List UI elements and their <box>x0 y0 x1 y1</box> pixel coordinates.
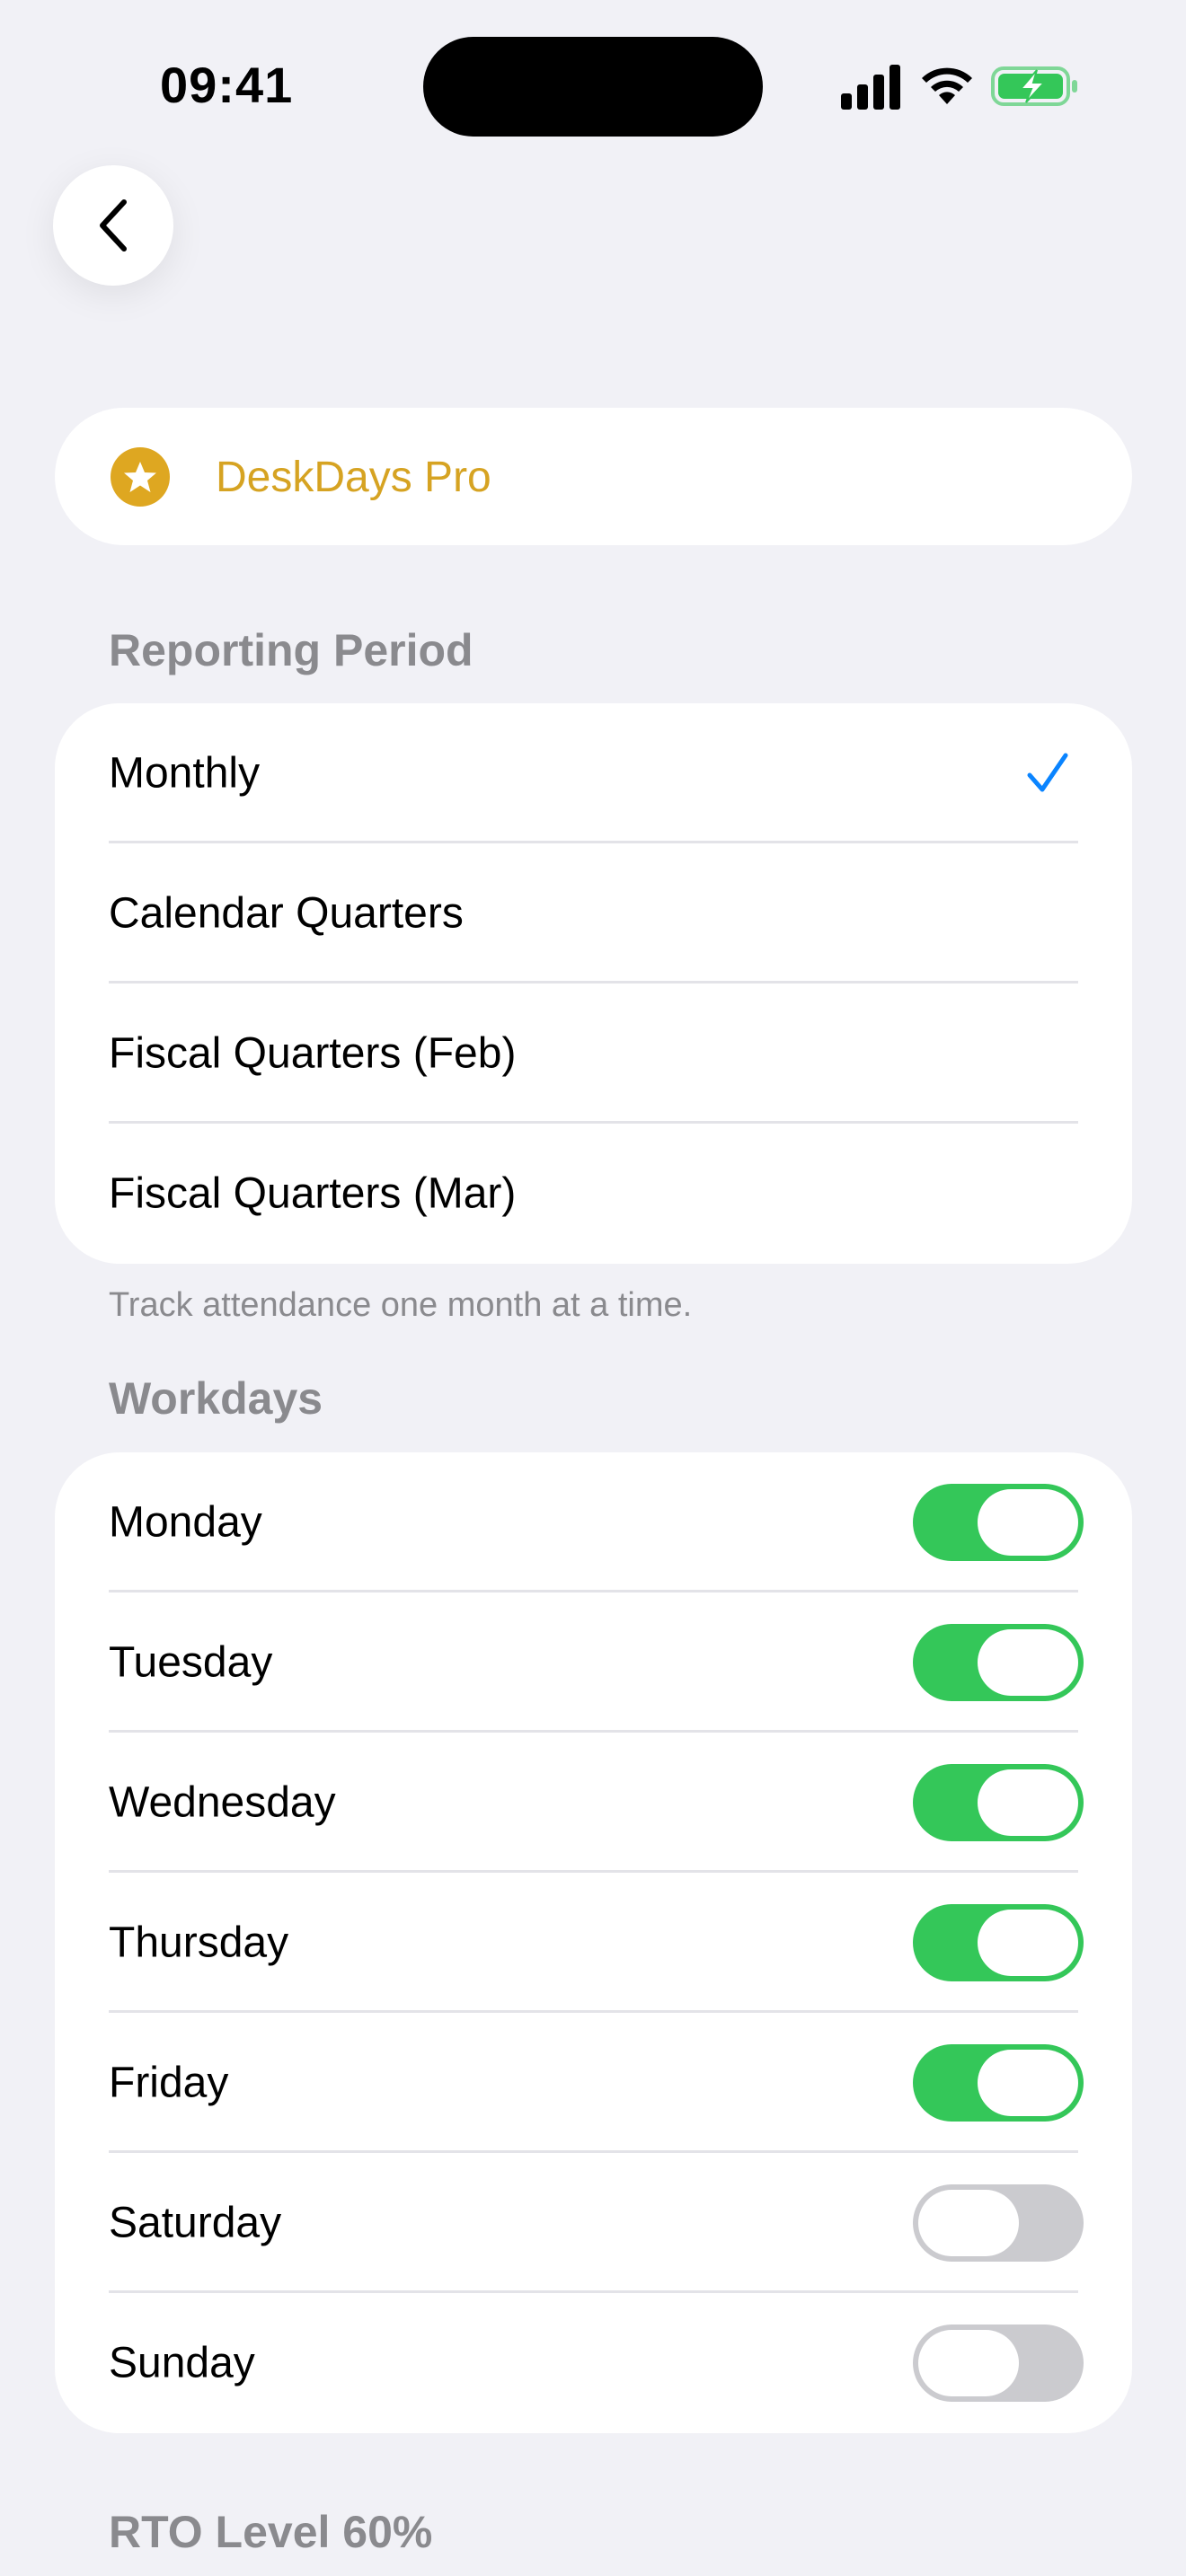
star-icon <box>111 447 170 507</box>
sunday-toggle[interactable] <box>913 2325 1084 2402</box>
period-option-monthly[interactable]: Monthly <box>55 703 1132 843</box>
checkmark-icon <box>1027 753 1068 792</box>
period-option-fiscal-mar[interactable]: Fiscal Quarters (Mar) <box>55 1124 1132 1264</box>
workdays-list: Monday Tuesday Wednesday Thursday Friday… <box>55 1452 1132 2433</box>
status-bar: 09:41 <box>0 0 1186 171</box>
tuesday-toggle[interactable] <box>913 1624 1084 1701</box>
workday-row-tuesday: Tuesday <box>55 1592 1132 1733</box>
chevron-left-icon <box>100 199 127 251</box>
reporting-period-footnote: Track attendance one month at a time. <box>109 1286 693 1324</box>
workday-label: Wednesday <box>109 1778 336 1827</box>
rto-level-header: RTO Level 60% <box>109 2507 433 2557</box>
friday-toggle[interactable] <box>913 2044 1084 2122</box>
pro-upgrade-row[interactable]: DeskDays Pro <box>55 408 1132 545</box>
signal-icon <box>841 65 900 110</box>
wifi-icon <box>922 67 972 104</box>
period-option-label: Monthly <box>109 749 261 798</box>
workday-row-monday: Monday <box>55 1452 1132 1592</box>
period-option-fiscal-feb[interactable]: Fiscal Quarters (Feb) <box>55 984 1132 1124</box>
workday-label: Tuesday <box>109 1638 273 1687</box>
toggle-knob <box>918 2190 1019 2256</box>
workday-label: Friday <box>109 2059 229 2107</box>
workdays-header: Workdays <box>109 1373 323 1424</box>
period-option-label: Fiscal Quarters (Mar) <box>109 1169 517 1218</box>
reporting-period-list: Monthly Calendar Quarters Fiscal Quarter… <box>55 703 1132 1264</box>
status-time: 09:41 <box>160 57 294 113</box>
period-option-label: Calendar Quarters <box>109 889 464 938</box>
wednesday-toggle[interactable] <box>913 1764 1084 1841</box>
workday-row-sunday: Sunday <box>55 2293 1132 2433</box>
workday-label: Saturday <box>109 2199 282 2247</box>
dynamic-island <box>423 37 763 137</box>
saturday-toggle[interactable] <box>913 2184 1084 2262</box>
battery-charging-icon <box>991 66 1077 106</box>
toggle-knob <box>978 1629 1078 1696</box>
toggle-knob <box>978 1910 1078 1976</box>
period-option-label: Fiscal Quarters (Feb) <box>109 1029 517 1078</box>
toggle-knob <box>978 1769 1078 1836</box>
toggle-knob <box>918 2330 1019 2396</box>
reporting-period-header: Reporting Period <box>109 625 474 675</box>
workday-row-saturday: Saturday <box>55 2153 1132 2293</box>
thursday-toggle[interactable] <box>913 1904 1084 1981</box>
back-button[interactable] <box>53 165 173 286</box>
settings-screen: 09:41 DeskDays Pro Reporting Period Mont… <box>0 0 1186 2576</box>
pro-label: DeskDays Pro <box>216 454 491 501</box>
monday-toggle[interactable] <box>913 1484 1084 1561</box>
workday-label: Monday <box>109 1498 262 1547</box>
workday-row-wednesday: Wednesday <box>55 1733 1132 1873</box>
workday-row-thursday: Thursday <box>55 1873 1132 2013</box>
toggle-knob <box>978 1489 1078 1556</box>
workday-label: Sunday <box>109 2339 255 2387</box>
period-option-calendar-quarters[interactable]: Calendar Quarters <box>55 843 1132 984</box>
workday-label: Thursday <box>109 1919 289 1967</box>
toggle-knob <box>978 2050 1078 2116</box>
workday-row-friday: Friday <box>55 2013 1132 2153</box>
